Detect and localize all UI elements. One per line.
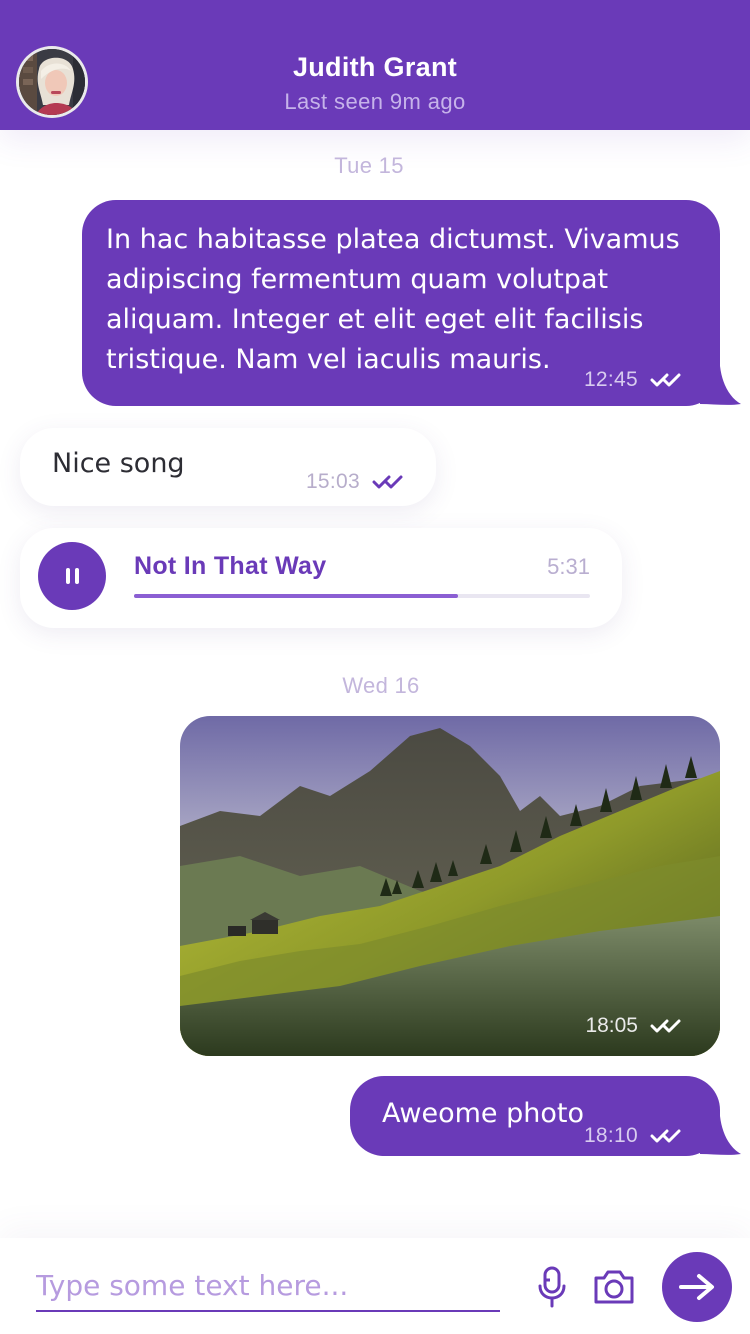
camera-icon (594, 1270, 634, 1304)
outgoing-message[interactable]: Aweome photo 18:10 (350, 1076, 720, 1156)
pause-icon-bar (74, 568, 79, 584)
double-check-icon (372, 475, 403, 489)
message-meta: 12:45 (584, 368, 682, 392)
message-text: In hac habitasse platea dictumst. Vivamu… (106, 224, 680, 375)
message-composer (0, 1238, 750, 1334)
last-seen-status: Last seen 9m ago (284, 89, 466, 114)
microphone-button[interactable] (536, 1266, 568, 1313)
track-duration: 5:31 (547, 554, 590, 579)
double-check-icon (650, 373, 681, 387)
message-time: 18:05 (585, 1014, 638, 1037)
pause-button[interactable] (38, 542, 106, 610)
contact-name: Judith Grant (292, 52, 458, 82)
outgoing-message[interactable]: In hac habitasse platea dictumst. Vivamu… (82, 200, 720, 406)
chat-header: Judith Grant Last seen 9m ago (0, 0, 750, 130)
double-check-icon (650, 1129, 681, 1143)
day-separator: Tue 15 (334, 153, 404, 178)
message-time: 18:10 (583, 1124, 638, 1147)
bubble-tail (700, 366, 741, 405)
camera-button[interactable] (592, 1266, 636, 1311)
message-time: 12:45 (583, 368, 638, 391)
day-separator: Wed 16 (342, 673, 420, 698)
audio-message: Not In That Way 5:31 (20, 528, 622, 628)
message-text: Nice song (52, 448, 185, 479)
track-progress-fill (134, 594, 458, 598)
pause-icon (65, 568, 70, 584)
microphone-icon (538, 1266, 566, 1308)
double-check-icon (650, 1019, 681, 1033)
message-meta: 18:10 (584, 1124, 682, 1148)
message-input[interactable] (36, 1260, 500, 1312)
landscape-photo (180, 716, 720, 1056)
track-title: Not In That Way (134, 552, 327, 580)
photo-message[interactable]: 18:05 (180, 716, 720, 1056)
message-time: 15:03 (305, 470, 360, 493)
message-text: Aweome photo (382, 1098, 584, 1129)
send-button[interactable] (662, 1252, 732, 1322)
photo-meta: 18:05 (585, 1014, 682, 1038)
arrow-right-icon (679, 1274, 714, 1300)
bubble-tail (700, 1116, 741, 1155)
incoming-message[interactable]: Nice song 15:03 (20, 428, 436, 506)
message-meta: 15:03 (306, 470, 404, 494)
track-progress-bar[interactable] (134, 594, 590, 598)
